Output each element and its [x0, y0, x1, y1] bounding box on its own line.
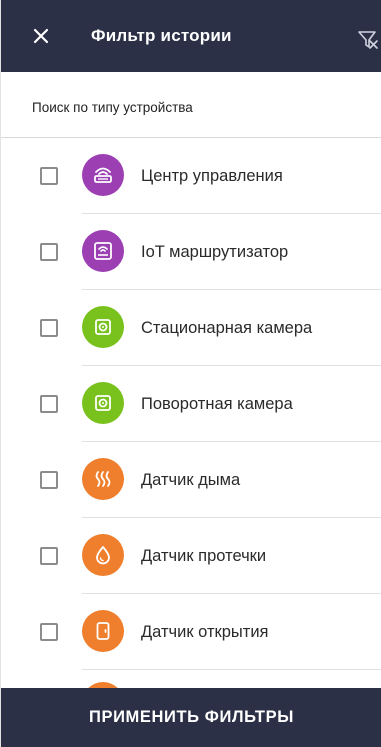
list-item-smoke-sensor[interactable]: Датчик дыма [1, 442, 381, 518]
clear-filter-button[interactable] [356, 29, 380, 51]
checkbox[interactable] [40, 623, 58, 641]
list-item-ptz-camera[interactable]: Поворотная камера [1, 366, 381, 442]
router-icon [82, 154, 124, 196]
section-title: Поиск по типу устройства [32, 100, 193, 115]
checkbox[interactable] [40, 471, 58, 489]
water-drop-icon [82, 534, 124, 576]
checkbox[interactable] [40, 243, 58, 261]
checkbox[interactable] [40, 167, 58, 185]
smoke-icon [82, 458, 124, 500]
list-item-label: Датчик дыма [141, 471, 241, 489]
checkbox[interactable] [40, 395, 58, 413]
history-filter-screen: Фильтр истории Поиск по типу устройства … [0, 0, 381, 747]
divider [82, 669, 381, 670]
list-item-leak-sensor[interactable]: Датчик протечки [1, 518, 381, 594]
device-type-search-header: Поиск по типу устройства [1, 72, 381, 138]
checkbox[interactable] [40, 319, 58, 337]
device-type-list: Центр управления IoT маршрутизатор Стаци… [1, 138, 381, 688]
filter-off-icon [358, 31, 378, 49]
page-title: Фильтр истории [91, 26, 232, 45]
list-item-label: Датчик протечки [141, 547, 267, 565]
close-icon [33, 28, 49, 44]
list-item-iot-router[interactable]: IoT маршрутизатор [1, 214, 381, 290]
checkbox[interactable] [40, 547, 58, 565]
door-icon [82, 610, 124, 652]
list-item-label: Датчик открытия [141, 623, 269, 641]
app-header: Фильтр истории [1, 0, 381, 72]
list-item-label: IoT маршрутизатор [141, 243, 289, 261]
camera-icon [82, 306, 124, 348]
list-item-static-camera[interactable]: Стационарная камера [1, 290, 381, 366]
apply-filters-button[interactable]: ПРИМЕНИТЬ ФИЛЬТРЫ [1, 688, 381, 747]
close-button[interactable] [29, 24, 53, 48]
router-icon [82, 230, 124, 272]
list-item-control-center[interactable]: Центр управления [1, 138, 381, 214]
list-item-opening-sensor[interactable]: Датчик открытия [1, 594, 381, 670]
camera-icon [82, 382, 124, 424]
list-item-label: Стационарная камера [141, 319, 313, 337]
list-item-label: Центр управления [141, 167, 283, 185]
list-item-label: Поворотная камера [141, 395, 293, 413]
